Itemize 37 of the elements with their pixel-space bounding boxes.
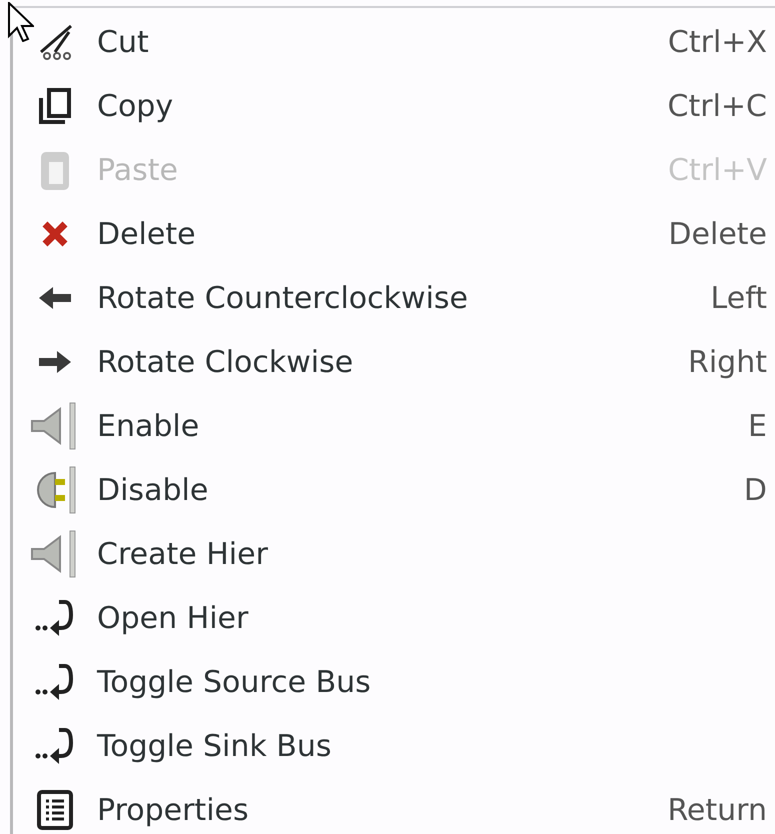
shortcut-label: Left bbox=[710, 280, 767, 316]
menu-item-label: Cut bbox=[97, 24, 150, 60]
shortcut-label: Ctrl+X bbox=[668, 24, 767, 60]
list-icon bbox=[37, 790, 73, 830]
shortcut-label: Ctrl+V bbox=[668, 152, 767, 188]
menu-item-label: Rotate Counterclockwise bbox=[97, 280, 469, 316]
menu-item-label: Rotate Clockwise bbox=[97, 344, 354, 380]
menu-item-label: Open Hier bbox=[97, 600, 250, 636]
menu-item-label: Toggle Source Bus bbox=[97, 664, 372, 700]
menu-item-label: Enable bbox=[97, 408, 200, 444]
menu-item-label: Paste bbox=[97, 152, 179, 188]
menu-item-label: Properties bbox=[97, 792, 250, 828]
menu-item[interactable]: Copy Ctrl+C bbox=[13, 74, 775, 138]
menu-item[interactable]: Disable D bbox=[13, 458, 775, 522]
menu-item[interactable]: Enable E bbox=[13, 394, 775, 458]
menu-item-label: Create Hier bbox=[97, 536, 269, 572]
menu-item-label: Copy bbox=[97, 88, 174, 124]
menu-item[interactable]: Rotate Clockwise Right bbox=[13, 330, 775, 394]
copy-icon bbox=[37, 86, 73, 126]
menu-item[interactable]: Rotate Counterclockwise Left bbox=[13, 266, 775, 330]
shortcut-label: Delete bbox=[668, 216, 767, 252]
menu-item[interactable]: Create Hier bbox=[13, 522, 775, 586]
shortcut-label: Ctrl+C bbox=[668, 88, 767, 124]
delete-icon bbox=[40, 219, 70, 249]
shortcut-label: Right bbox=[688, 344, 767, 380]
menu-item[interactable]: Open Hier bbox=[13, 586, 775, 650]
menu-item[interactable]: Properties Return bbox=[13, 778, 775, 834]
menu-item[interactable]: Toggle Sink Bus bbox=[13, 714, 775, 778]
menu-item[interactable]: Delete Delete bbox=[13, 202, 775, 266]
menu-item-label: Toggle Sink Bus bbox=[97, 728, 333, 764]
menu-item[interactable]: Cut Ctrl+X bbox=[13, 10, 775, 74]
shortcut-label: Return bbox=[667, 792, 767, 828]
menu-item[interactable]: Toggle Source Bus bbox=[13, 650, 775, 714]
shortcut-label: E bbox=[748, 408, 767, 444]
shortcut-label: D bbox=[744, 472, 767, 508]
menu-item-label: Disable bbox=[97, 472, 210, 508]
menu-item-label: Delete bbox=[97, 216, 197, 252]
